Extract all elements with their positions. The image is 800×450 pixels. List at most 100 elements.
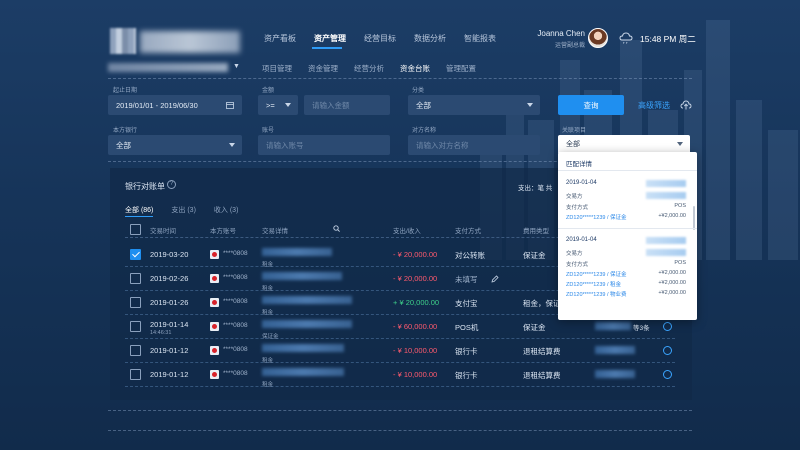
col-amount: 支出/收入	[393, 228, 421, 235]
match-method-label: 支付方式	[566, 205, 589, 211]
match-item-amount: +¥2,000.00	[658, 270, 686, 276]
row-checkbox[interactable]	[130, 297, 141, 308]
tab-all[interactable]: 全部 (86)	[125, 205, 153, 215]
divider	[108, 430, 692, 431]
avatar[interactable]	[588, 28, 608, 48]
category-select[interactable]: 全部	[408, 95, 540, 115]
chevron-down-icon[interactable]: ▼	[233, 63, 240, 70]
company-logo	[110, 28, 136, 54]
match-date: 2019-01-04	[566, 180, 597, 186]
bank-select[interactable]: 全部	[108, 135, 242, 155]
summary-text: 支出：笔 共	[518, 185, 553, 192]
row-detail-redacted	[262, 272, 342, 280]
tab-active-indicator	[125, 216, 153, 217]
query-button[interactable]: 查询	[558, 95, 624, 115]
amount-operator-value: >=	[266, 100, 275, 110]
nav-active-indicator	[312, 47, 342, 49]
counterparty-label: 对方名称	[412, 128, 437, 134]
table-row[interactable]: 2019-01-12 ****0808 租金 - ¥ 10,000.00 银行卡…	[125, 363, 675, 388]
match-method-label: 支付方式	[566, 262, 589, 268]
row-checkbox[interactable]	[130, 273, 141, 284]
row-time: 14:46:31	[150, 330, 172, 336]
bank-logo-icon	[210, 346, 219, 355]
link-icon[interactable]	[663, 346, 672, 355]
popup-scrollbar[interactable]	[693, 206, 695, 230]
match-item-amount: +¥2,000.00	[658, 280, 686, 286]
subnav-fund-ledger[interactable]: 资金台账	[400, 63, 430, 74]
edit-pencil-icon[interactable]	[491, 275, 499, 283]
row-account: ****0808	[223, 346, 248, 353]
col-time: 交易时间	[150, 228, 176, 235]
row-checkbox[interactable]	[130, 369, 141, 380]
row-account: ****0808	[223, 298, 248, 305]
nav-item-business-goals[interactable]: 经营目标	[355, 33, 405, 44]
cloud-upload-icon[interactable]	[680, 99, 692, 110]
match-item-ref[interactable]: ZD120*****1239 / 保证金	[566, 270, 627, 278]
row-checkbox[interactable]	[130, 345, 141, 356]
match-item-ref[interactable]: ZD120*****1239 / 物业费	[566, 290, 627, 298]
row-type: 保证金	[523, 251, 546, 260]
match-party-value-redacted	[646, 192, 686, 199]
help-icon[interactable]: ?	[167, 180, 176, 189]
subnav-config[interactable]: 管理配置	[446, 63, 476, 74]
panel-title: 银行对账单	[125, 182, 165, 191]
amount-input[interactable]: 请输入金额	[304, 95, 390, 115]
row-checkbox[interactable]	[130, 249, 141, 260]
row-account: ****0808	[223, 274, 248, 281]
row-detail-redacted	[262, 296, 352, 304]
subnav-business-analysis[interactable]: 经营分析	[354, 63, 384, 74]
statement-tabs: 全部 (86) 支出 (3) 收入 (3)	[125, 205, 256, 215]
row-type: 退租结算费	[523, 371, 561, 380]
select-all-checkbox[interactable]	[130, 224, 141, 235]
nav-item-smart-reports[interactable]: 智能报表	[455, 33, 505, 44]
subnav-fund-management[interactable]: 资金管理	[308, 63, 338, 74]
category-value: 全部	[416, 100, 431, 110]
row-account: ****0808	[223, 370, 248, 377]
amount-operator-select[interactable]: >=	[258, 95, 298, 115]
counterparty-input[interactable]: 请输入对方名称	[408, 135, 540, 155]
account-input[interactable]: 请输入账号	[258, 135, 390, 155]
row-account: ****0808	[223, 322, 248, 329]
row-account: ****0808	[223, 250, 248, 257]
date-label: 起止日期	[113, 88, 138, 94]
link-icon[interactable]	[663, 370, 672, 379]
row-checkbox[interactable]	[130, 321, 141, 332]
col-method: 支付方式	[455, 228, 481, 235]
user-name: Joanna Chen	[537, 29, 585, 38]
row-date: 2019-02-26	[150, 274, 189, 283]
col-type: 费用类型	[523, 228, 549, 235]
calendar-icon[interactable]	[226, 101, 234, 109]
nav-item-asset-management[interactable]: 资产管理	[305, 33, 355, 44]
bank-logo-icon	[210, 322, 219, 331]
organization-selector-redacted[interactable]	[108, 63, 228, 72]
project-select[interactable]: 全部	[558, 135, 690, 153]
row-date: 2019-01-26	[150, 298, 189, 307]
divider	[108, 78, 692, 79]
row-project-redacted	[595, 346, 635, 354]
nav-item-data-analysis[interactable]: 数据分析	[405, 33, 455, 44]
row-match-count[interactable]: 等3条	[633, 322, 650, 332]
bank-logo-icon	[210, 298, 219, 307]
row-amount: - ¥ 20,000.00	[393, 250, 438, 259]
match-party-redacted	[646, 180, 686, 187]
match-party-label: 交易方	[566, 194, 583, 200]
amount-label: 金额	[262, 88, 275, 94]
tab-expense[interactable]: 支出 (3)	[171, 205, 196, 215]
project-value: 全部	[566, 141, 580, 148]
date-range-field[interactable]: 2019/01/01 - 2019/06/30	[108, 95, 242, 115]
table-row[interactable]: 2019-01-12 ****0808 租金 - ¥ 10,000.00 银行卡…	[125, 339, 675, 364]
search-icon[interactable]	[333, 225, 340, 232]
account-label: 账号	[262, 128, 275, 134]
advanced-filter-link[interactable]: 高级筛选	[638, 100, 670, 111]
company-name-redacted	[140, 31, 240, 53]
nav-item-dashboard[interactable]: 资产看板	[255, 33, 305, 44]
match-item-ref[interactable]: ZD120*****1239 / 保证金	[566, 213, 627, 221]
row-detail-redacted	[262, 248, 332, 256]
link-icon[interactable]	[663, 322, 672, 331]
tab-income[interactable]: 收入 (3)	[214, 205, 239, 215]
subnav-project-management[interactable]: 项目管理	[262, 63, 292, 74]
col-detail: 交易详情	[262, 228, 288, 235]
category-label: 分类	[412, 88, 425, 94]
match-item-ref[interactable]: ZD120*****1239 / 租金	[566, 280, 621, 288]
row-detail-redacted	[262, 344, 344, 352]
